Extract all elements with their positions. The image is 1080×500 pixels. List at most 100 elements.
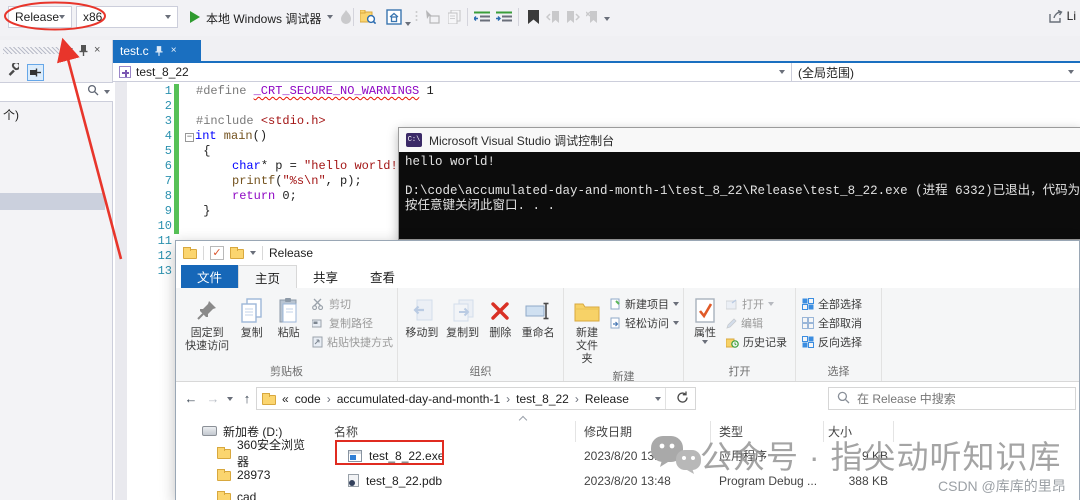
quick-access-newfolder-icon[interactable] (230, 246, 244, 259)
breadcrumb-item[interactable]: test_8_22 (516, 392, 569, 406)
panel-search-box[interactable] (0, 82, 113, 102)
configuration-value: Release (15, 10, 60, 24)
rename-button[interactable]: 重命名 (517, 293, 559, 342)
explorer-search-box[interactable]: 在 Release 中搜索 (828, 387, 1076, 410)
document-tabstrip: test.c × (113, 40, 1080, 61)
explorer-menu-tab[interactable]: 共享 (297, 265, 354, 288)
breadcrumb-item[interactable]: Release (585, 392, 629, 406)
chevron-down-icon (165, 15, 171, 19)
clear-bookmarks-icon (585, 9, 601, 25)
paste-shortcut-button: 粘贴快捷方式 (312, 334, 393, 350)
search-icon (837, 391, 850, 407)
invert-selection-button[interactable]: 反向选择 (802, 334, 862, 350)
chevron-down-icon (1068, 70, 1074, 74)
console-icon: C:\ (406, 133, 422, 147)
increase-indent-icon[interactable] (496, 9, 512, 25)
folder-icon (217, 447, 231, 459)
pin-icon[interactable] (79, 44, 88, 56)
scope-name: (全局范围) (798, 65, 854, 80)
copy-to-button[interactable]: 复制到 (442, 293, 484, 342)
chevron-down-icon[interactable] (104, 90, 110, 94)
start-debug-icon[interactable] (190, 11, 200, 23)
quick-access-properties-icon[interactable]: ✓ (210, 245, 224, 260)
toolbar-overflow-icon[interactable] (604, 17, 610, 21)
vs-toolbar: Release x86 本地 Windows 调试器 Li (0, 0, 1080, 36)
close-icon[interactable]: × (171, 45, 177, 56)
delete-button[interactable]: 删除 (483, 293, 517, 342)
edit-pencil-icon (726, 317, 737, 329)
chevron-down-icon (59, 15, 66, 19)
pin-to-quick-access-button[interactable]: 固定到 快速访问 (180, 293, 234, 355)
up-icon[interactable]: ↑ (236, 391, 258, 406)
address-box[interactable]: « code › accumulated-day-and-month-1 › test_8… (256, 387, 696, 410)
new-item-button[interactable]: 新建项目 (610, 296, 679, 312)
explorer-menu-tab[interactable]: 查看 (354, 265, 411, 288)
copy-button[interactable]: 复制 (234, 293, 269, 342)
panel-grip[interactable] (3, 46, 59, 54)
scope-dropdown[interactable]: (全局范围) (792, 63, 1080, 81)
breadcrumb-item[interactable]: code (295, 392, 321, 406)
breadcrumb-prefix: « (282, 391, 289, 406)
tool-panel-header[interactable]: × (0, 40, 113, 60)
breadcrumb-separator-icon: › (574, 391, 579, 406)
panel-menu-icon[interactable] (67, 48, 73, 52)
toggle-bookmark-icon[interactable] (525, 9, 541, 25)
history-button[interactable]: 历史记录 (726, 334, 787, 350)
easy-access-icon (610, 317, 620, 329)
tab-test-c[interactable]: test.c × (113, 40, 201, 61)
debug-console-window[interactable]: C:\ Microsoft Visual Studio 调试控制台 hello … (398, 127, 1080, 240)
pin-tool-selected[interactable] (27, 63, 44, 81)
platform-value: x86 (83, 10, 103, 24)
close-icon[interactable]: × (94, 44, 100, 56)
drive-icon (202, 426, 217, 436)
properties-button[interactable]: 属性 (688, 293, 722, 346)
live-share-button[interactable]: Li (1048, 9, 1076, 23)
breadcrumb-separator-icon: › (506, 391, 511, 406)
chevron-down-icon (673, 302, 679, 306)
debug-button[interactable]: 本地 Windows 调试器 (206, 10, 321, 27)
watermark-credit: CSDN @库库的里昂 (938, 478, 1066, 494)
nav-item[interactable]: 360安全浏览器 (176, 438, 312, 469)
select-none-button[interactable]: 全部取消 (802, 315, 862, 331)
select-all-button[interactable]: 全部选择 (802, 296, 862, 312)
toolbar-separator (518, 8, 519, 26)
find-in-files-icon[interactable] (360, 9, 376, 25)
decrease-indent-icon[interactable] (474, 9, 490, 25)
select-all-icon (802, 298, 814, 310)
ribbon-group-new: 新建 文件夹 新建项目 轻松访问 新建 (564, 288, 684, 383)
panel-selected-row[interactable] (0, 193, 105, 210)
project-name: test_8_22 (136, 65, 189, 79)
vs-tool-panel: × 个) (0, 40, 113, 500)
breadcrumb: « code › accumulated-day-and-month-1 › test_8… (282, 392, 655, 406)
titlebar-separator (262, 245, 263, 260)
console-body[interactable]: hello world! D:\code\accumulated-day-and… (399, 152, 1080, 239)
move-to-button[interactable]: 移动到 (402, 293, 442, 342)
toolbar-grip-icon (414, 9, 418, 25)
address-dropdown-icon[interactable] (655, 396, 661, 401)
platform-dropdown[interactable]: x86 (76, 6, 178, 28)
easy-access-button[interactable]: 轻松访问 (610, 315, 679, 331)
pdb-file-icon (348, 474, 359, 487)
browser-link-icon[interactable] (386, 9, 402, 25)
console-titlebar[interactable]: C:\ Microsoft Visual Studio 调试控制台 (399, 128, 1080, 152)
wrench-icon[interactable] (6, 61, 21, 81)
quick-access-toolbar-menu-icon[interactable] (250, 250, 256, 255)
explorer-titlebar[interactable]: ✓ Release (176, 241, 1079, 264)
new-folder-button[interactable]: 新建 文件夹 (568, 293, 606, 368)
explorer-menu-tab[interactable]: 主页 (238, 265, 298, 288)
column-header[interactable]: 名称 (326, 421, 576, 442)
explorer-menu-tab[interactable]: 文件 (181, 265, 239, 288)
chevron-down-icon[interactable] (405, 22, 411, 26)
recent-locations-icon[interactable] (227, 396, 233, 401)
configuration-dropdown[interactable]: Release (8, 6, 72, 28)
refresh-icon[interactable] (670, 391, 695, 407)
change-bar (174, 84, 179, 234)
screenshot-stage: Release x86 本地 Windows 调试器 Li × 个) test.… (0, 0, 1080, 500)
project-dropdown[interactable]: test_8_22 (113, 63, 792, 81)
pin-icon[interactable] (155, 45, 163, 56)
back-icon[interactable]: ← (180, 391, 202, 406)
nav-item[interactable]: cad (176, 486, 312, 500)
paste-button[interactable]: 粘贴 (269, 293, 308, 342)
breadcrumb-item[interactable]: accumulated-day-and-month-1 (337, 392, 500, 406)
chevron-down-icon[interactable] (327, 15, 333, 19)
